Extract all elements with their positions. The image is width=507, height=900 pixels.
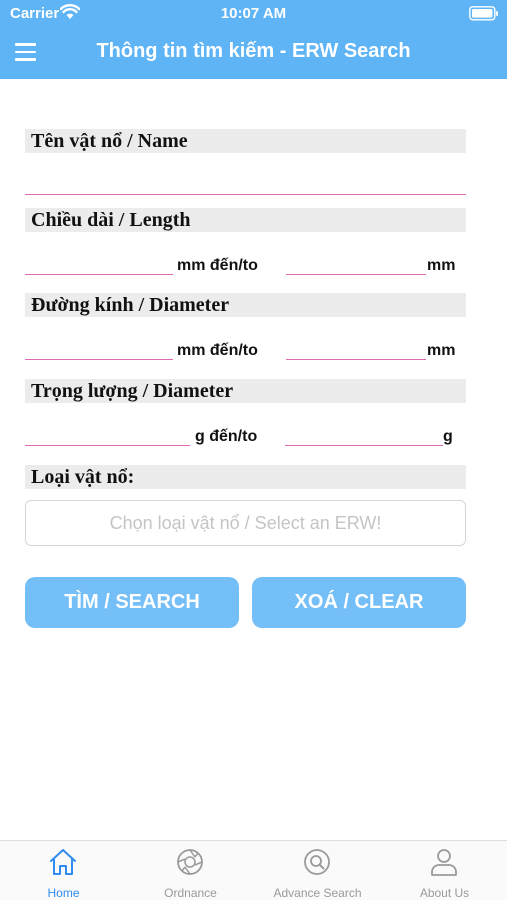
- length-unit-range: mm đến/to: [177, 257, 258, 274]
- name-label: Tên vật nổ / Name: [25, 129, 466, 153]
- name-input[interactable]: [25, 171, 466, 195]
- length-min-input[interactable]: [25, 251, 173, 275]
- search-icon: [304, 849, 330, 875]
- status-time: 10:07 AM: [220, 5, 287, 22]
- weight-label: Trọng lượng / Diameter: [25, 379, 466, 403]
- person-icon: [431, 849, 457, 876]
- clear-button[interactable]: XOÁ / CLEAR: [252, 577, 466, 628]
- tab-label: About Us: [419, 886, 470, 900]
- weight-unit-range: g đến/to: [195, 428, 258, 445]
- tab-ordnance[interactable]: Ordnance: [127, 841, 254, 900]
- tab-about-us[interactable]: About Us: [381, 841, 507, 900]
- weight-unit-end: g: [443, 428, 453, 445]
- diameter-max-input[interactable]: [286, 336, 426, 360]
- nav-header: Carrier 10:07 AM Thông tin tìm kiếm - ER…: [0, 0, 507, 79]
- search-button[interactable]: TÌM / SEARCH: [25, 577, 239, 628]
- tab-advance-search[interactable]: Advance Search: [254, 841, 381, 900]
- diameter-min-input[interactable]: [25, 336, 173, 360]
- length-label: Chiều dài / Length: [25, 208, 466, 232]
- tab-label: Advance Search: [273, 886, 362, 900]
- tab-bar: Home Ordnance Advance Search About Us: [0, 840, 507, 900]
- hamburger-menu-icon[interactable]: [14, 40, 38, 64]
- length-max-input[interactable]: [286, 251, 426, 275]
- home-icon: [50, 849, 76, 875]
- weight-max-input[interactable]: [285, 422, 443, 446]
- type-label: Loại vật nổ:: [25, 465, 466, 489]
- battery-icon: [469, 6, 498, 21]
- tab-label: Ordnance: [164, 886, 217, 900]
- weight-min-input[interactable]: [25, 422, 190, 446]
- aperture-icon: [177, 849, 203, 875]
- page-title: Thông tin tìm kiếm - ERW Search: [96, 40, 411, 62]
- diameter-unit-range: mm đến/to: [177, 342, 258, 359]
- tab-home[interactable]: Home: [0, 841, 127, 900]
- status-bar: Carrier 10:07 AM: [0, 0, 507, 28]
- diameter-unit-end: mm: [427, 342, 456, 359]
- tab-label: Home: [47, 886, 80, 900]
- erw-type-select[interactable]: Chọn loại vật nổ / Select an ERW!: [25, 500, 466, 546]
- length-unit-end: mm: [427, 257, 456, 274]
- diameter-label: Đường kính / Diameter: [25, 293, 466, 317]
